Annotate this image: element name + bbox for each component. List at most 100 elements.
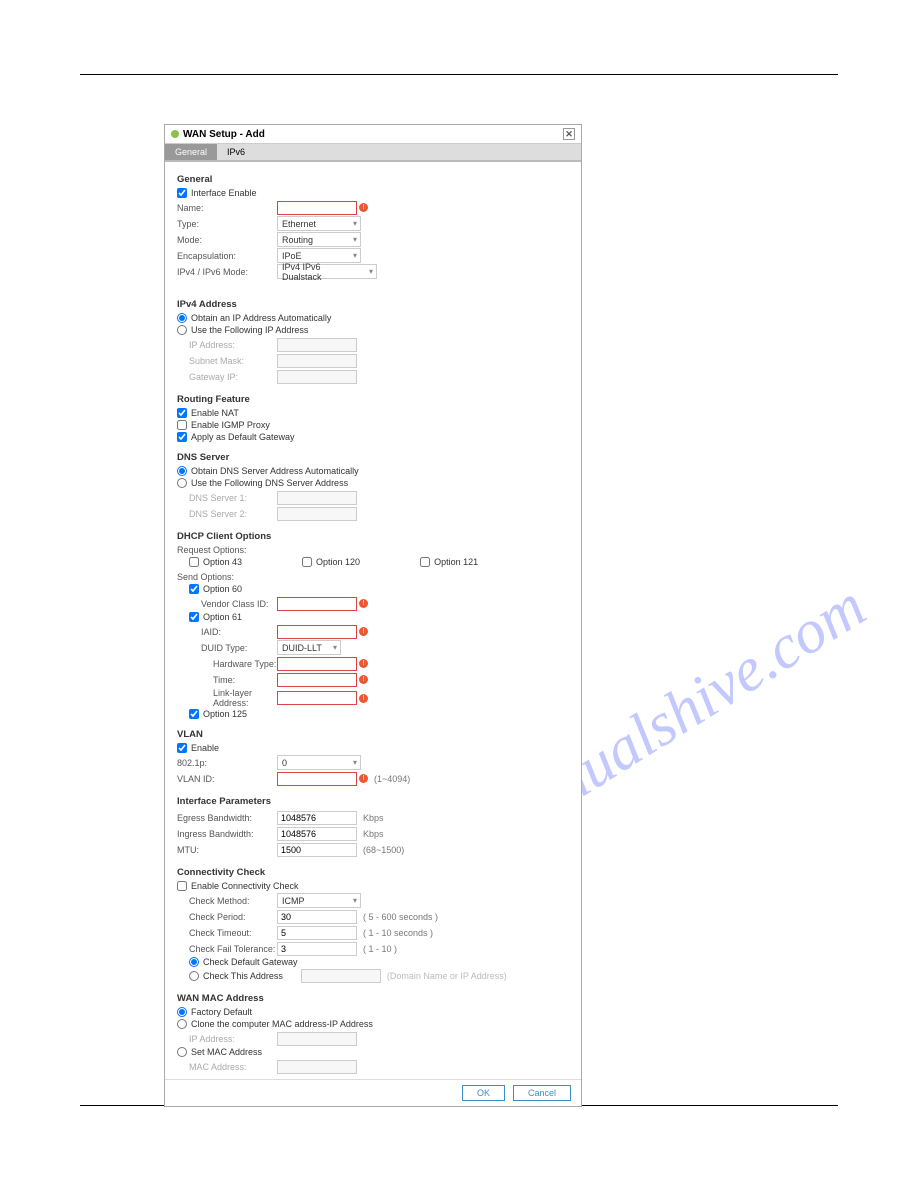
error-icon: !	[359, 599, 368, 608]
name-label: Name:	[177, 203, 277, 213]
section-ifparams: Interface Parameters	[177, 796, 569, 807]
period-range: ( 5 - 600 seconds )	[363, 912, 438, 922]
close-icon[interactable]: ✕	[563, 128, 575, 140]
dns1-label: DNS Server 1:	[177, 493, 277, 503]
opt121-checkbox[interactable]	[420, 557, 430, 567]
vlanid-label: VLAN ID:	[177, 774, 277, 784]
status-dot-icon	[171, 130, 179, 138]
section-dns: DNS Server	[177, 452, 569, 463]
opt60-checkbox[interactable]	[189, 584, 199, 594]
period-input[interactable]	[277, 910, 357, 924]
opt61-checkbox[interactable]	[189, 612, 199, 622]
dns-auto-label: Obtain DNS Server Address Automatically	[191, 466, 359, 476]
ipmode-select[interactable]: IPv4 IPv6 Dualstack	[277, 264, 377, 279]
vlan-enable-label: Enable	[191, 743, 219, 753]
section-routing: Routing Feature	[177, 394, 569, 405]
hw-label: Hardware Type:	[177, 659, 277, 669]
ingress-input[interactable]	[277, 827, 357, 841]
vlan-range: (1~4094)	[374, 774, 410, 784]
section-conn: Connectivity Check	[177, 867, 569, 878]
mac-addr-input	[277, 1060, 357, 1074]
section-vlan: VLAN	[177, 729, 569, 740]
footer: OK Cancel	[165, 1079, 581, 1106]
duid-select[interactable]: DUID-LLT	[277, 640, 341, 655]
interface-enable-checkbox[interactable]	[177, 188, 187, 198]
mac-clone-radio[interactable]	[177, 1019, 187, 1029]
dns-manual-radio[interactable]	[177, 478, 187, 488]
vlanid-input[interactable]	[277, 772, 357, 786]
iaid-label: IAID:	[177, 627, 277, 637]
tab-general[interactable]: General	[165, 144, 217, 160]
period-label: Check Period:	[177, 912, 277, 922]
8021p-label: 802.1p:	[177, 758, 277, 768]
subnet-input	[277, 354, 357, 368]
ip-input	[277, 338, 357, 352]
method-select[interactable]: ICMP	[277, 893, 361, 908]
check-thisaddr-radio[interactable]	[189, 971, 199, 981]
gw-input	[277, 370, 357, 384]
check-thisaddr-label: Check This Address	[203, 971, 283, 981]
tab-ipv6[interactable]: IPv6	[217, 144, 255, 160]
ipv4-manual-radio[interactable]	[177, 325, 187, 335]
nat-checkbox[interactable]	[177, 408, 187, 418]
error-icon: !	[359, 627, 368, 636]
nat-label: Enable NAT	[191, 408, 239, 418]
opt120-label: Option 120	[316, 557, 360, 567]
wan-setup-dialog: WAN Setup - Add ✕ General IPv6 General I…	[164, 124, 582, 1107]
method-label: Check Method:	[177, 896, 277, 906]
opt120-checkbox[interactable]	[302, 557, 312, 567]
iaid-input[interactable]	[277, 625, 357, 639]
conn-enable-checkbox[interactable]	[177, 881, 187, 891]
section-dhcp: DHCP Client Options	[177, 531, 569, 542]
gw-label: Gateway IP:	[177, 372, 277, 382]
ingress-label: Ingress Bandwidth:	[177, 829, 277, 839]
opt43-label: Option 43	[203, 557, 242, 567]
ok-button[interactable]: OK	[462, 1085, 505, 1101]
titlebar: WAN Setup - Add ✕	[165, 125, 581, 144]
egress-input[interactable]	[277, 811, 357, 825]
defgw-checkbox[interactable]	[177, 432, 187, 442]
error-icon: !	[359, 675, 368, 684]
timeout-range: ( 1 - 10 seconds )	[363, 928, 433, 938]
kbps-label: Kbps	[363, 813, 384, 823]
time-label: Time:	[177, 675, 277, 685]
fail-range: ( 1 - 10 )	[363, 944, 397, 954]
opt43-checkbox[interactable]	[189, 557, 199, 567]
name-input[interactable]	[277, 201, 357, 215]
ipv4-auto-radio[interactable]	[177, 313, 187, 323]
ll-input[interactable]	[277, 691, 357, 705]
mac-set-label: Set MAC Address	[191, 1047, 262, 1057]
defgw-label: Apply as Default Gateway	[191, 432, 295, 442]
mac-set-radio[interactable]	[177, 1047, 187, 1057]
error-icon: !	[359, 774, 368, 783]
ll-label: Link-layer Address:	[177, 688, 277, 708]
ip-label: IP Address:	[177, 340, 277, 350]
mtu-input[interactable]	[277, 843, 357, 857]
ipv4-auto-label: Obtain an IP Address Automatically	[191, 313, 331, 323]
hw-input[interactable]	[277, 657, 357, 671]
mtu-range: (68~1500)	[363, 845, 404, 855]
dns-auto-radio[interactable]	[177, 466, 187, 476]
dialog-title: WAN Setup - Add	[183, 129, 265, 140]
cancel-button[interactable]: Cancel	[513, 1085, 571, 1101]
mode-select[interactable]: Routing	[277, 232, 361, 247]
8021p-select[interactable]: 0	[277, 755, 361, 770]
fail-input[interactable]	[277, 942, 357, 956]
ipv4-manual-label: Use the Following IP Address	[191, 325, 308, 335]
opt125-label: Option 125	[203, 709, 247, 719]
vendor-label: Vendor Class ID:	[177, 599, 277, 609]
igmp-checkbox[interactable]	[177, 420, 187, 430]
opt61-label: Option 61	[203, 612, 242, 622]
mac-factory-radio[interactable]	[177, 1007, 187, 1017]
time-input[interactable]	[277, 673, 357, 687]
vendor-input[interactable]	[277, 597, 357, 611]
subnet-label: Subnet Mask:	[177, 356, 277, 366]
opt125-checkbox[interactable]	[189, 709, 199, 719]
error-icon: !	[359, 694, 368, 703]
content: General Interface Enable Name:! Type:Eth…	[165, 162, 581, 1079]
timeout-input[interactable]	[277, 926, 357, 940]
type-select[interactable]: Ethernet	[277, 216, 361, 231]
check-defgw-radio[interactable]	[189, 957, 199, 967]
section-ipv4: IPv4 Address	[177, 299, 569, 310]
vlan-enable-checkbox[interactable]	[177, 743, 187, 753]
